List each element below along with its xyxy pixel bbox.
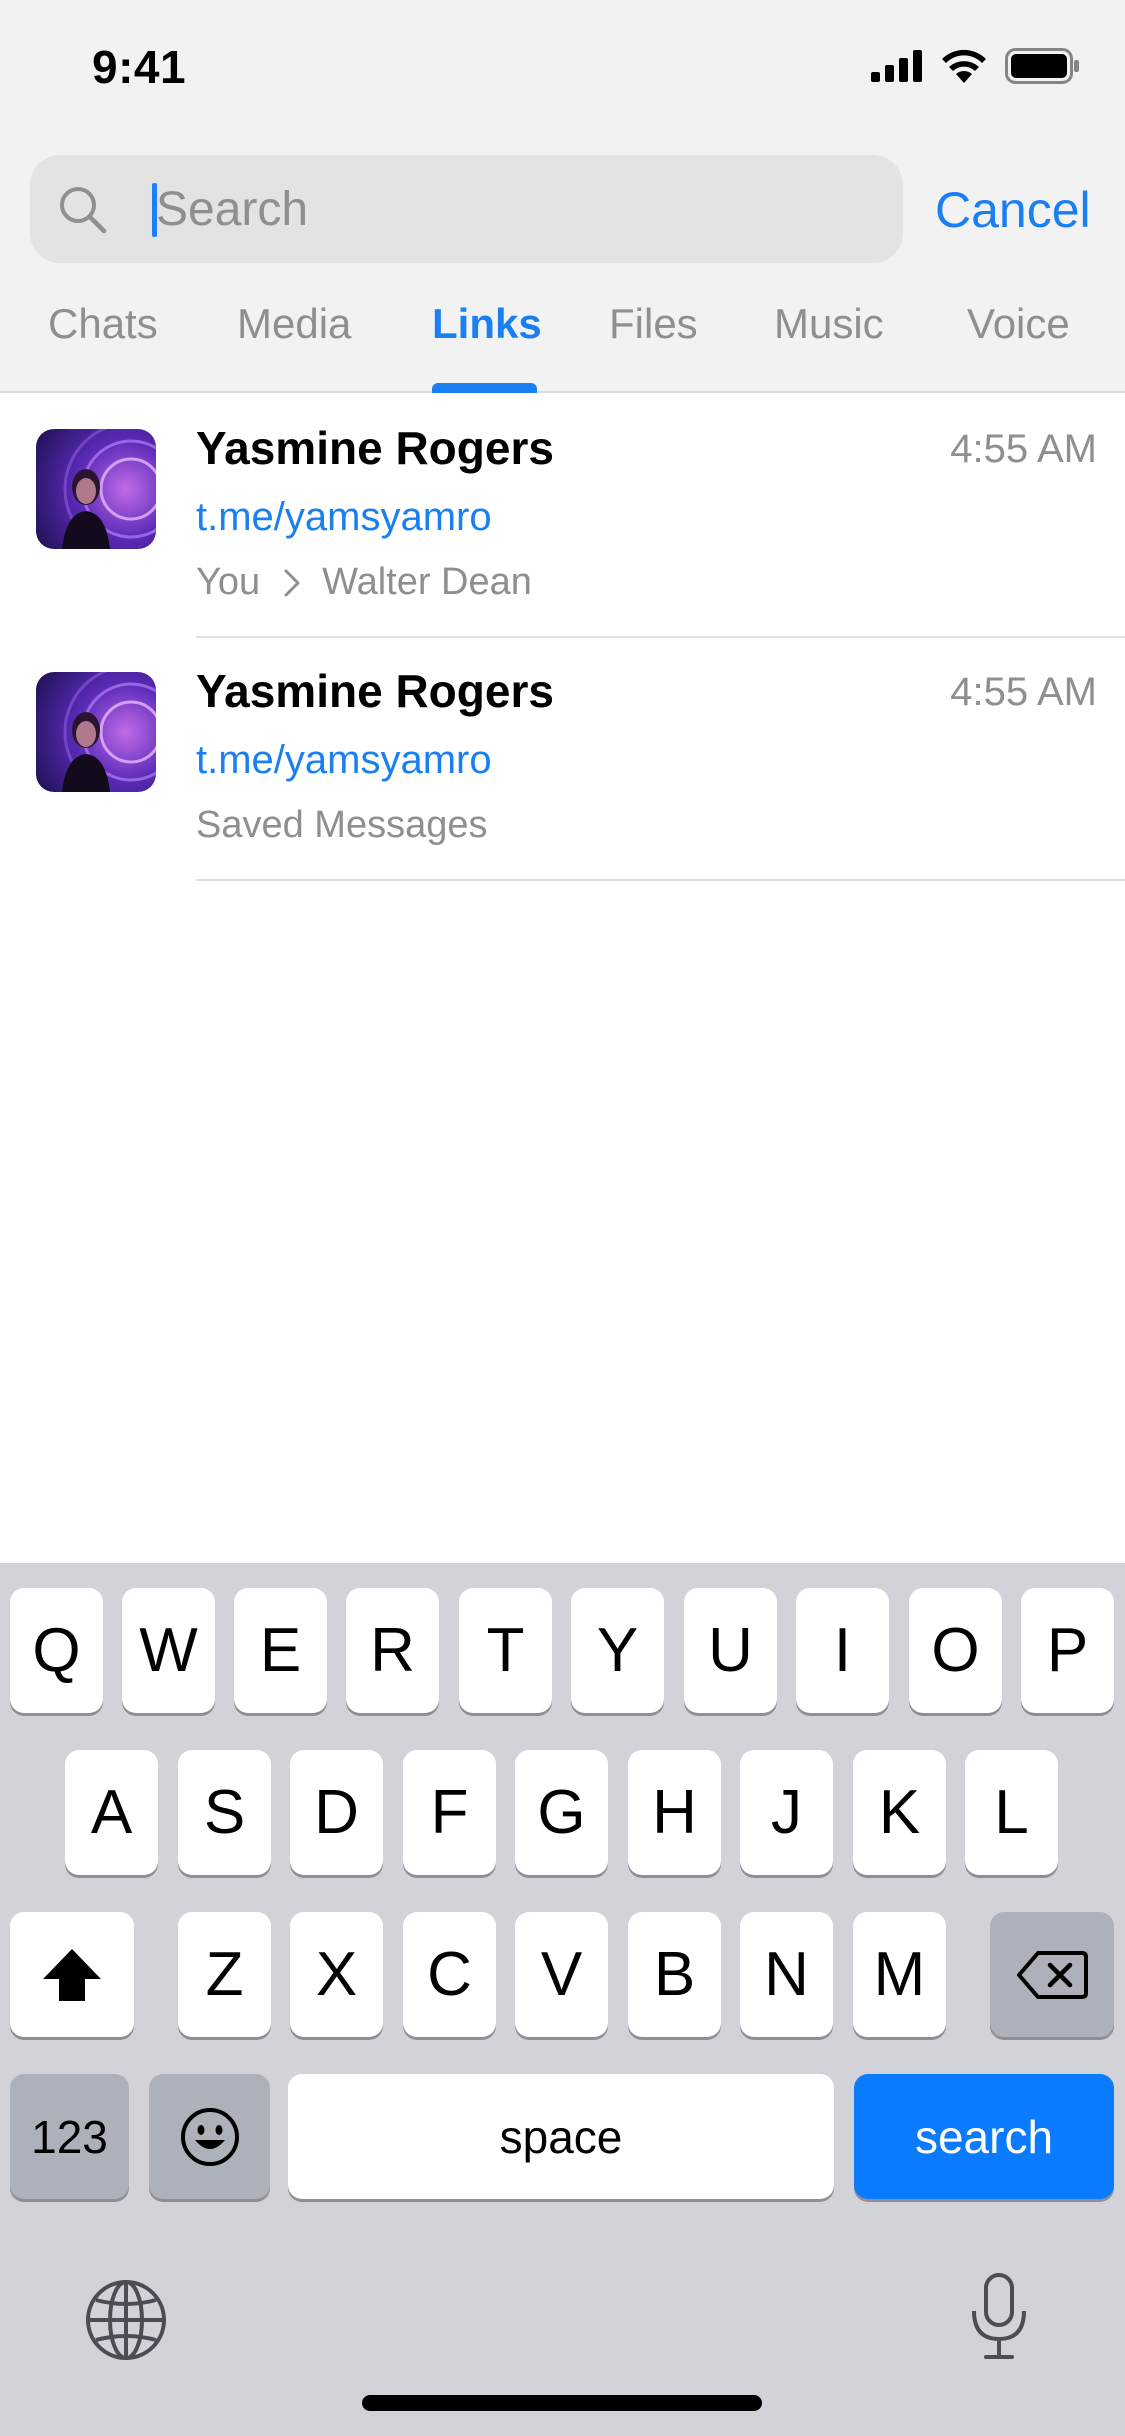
list-item[interactable]: Yasmine Rogers 4:55 AM t.me/yamsyamro Yo… <box>0 395 1125 638</box>
shift-key[interactable] <box>10 1912 134 2037</box>
tab-links[interactable]: Links <box>432 290 542 393</box>
key-u[interactable]: U <box>684 1588 777 1713</box>
key-e[interactable]: E <box>234 1588 327 1713</box>
key-c[interactable]: C <box>403 1912 496 2037</box>
timestamp: 4:55 AM <box>950 670 1097 714</box>
key-r[interactable]: R <box>346 1588 439 1713</box>
active-tab-indicator <box>432 383 537 393</box>
tab-media[interactable]: Media <box>237 290 351 393</box>
status-time: 9:41 <box>92 41 187 93</box>
list-item[interactable]: Yasmine Rogers 4:55 AM t.me/yamsyamro Sa… <box>0 638 1125 881</box>
message-source: You Walter Dean <box>196 561 532 604</box>
key-n[interactable]: N <box>740 1912 833 2037</box>
tab-voice[interactable]: Voice <box>967 290 1070 393</box>
tab-music[interactable]: Music <box>774 290 884 393</box>
status-icons <box>871 48 1081 84</box>
avatar <box>36 429 156 549</box>
key-p[interactable]: P <box>1021 1588 1114 1713</box>
home-indicator <box>362 2395 762 2411</box>
divider <box>196 879 1125 881</box>
key-s[interactable]: S <box>178 1750 271 1875</box>
battery-icon <box>1005 48 1079 84</box>
text-cursor <box>152 183 157 237</box>
recipient-label: Walter Dean <box>322 561 532 603</box>
tab-chats[interactable]: Chats <box>48 290 158 393</box>
numbers-key[interactable]: 123 <box>10 2074 129 2199</box>
filter-tabs: Chats Media Links Files Music Voice <box>0 290 1125 393</box>
search-row: Cancel <box>0 155 1125 265</box>
key-h[interactable]: H <box>628 1750 721 1875</box>
key-y[interactable]: Y <box>571 1588 664 1713</box>
emoji-icon <box>180 2107 239 2166</box>
key-g[interactable]: G <box>515 1750 608 1875</box>
key-x[interactable]: X <box>290 1912 383 2037</box>
key-w[interactable]: W <box>122 1588 215 1713</box>
chat-label: Saved Messages <box>196 804 488 846</box>
cancel-button[interactable]: Cancel <box>935 181 1091 239</box>
emoji-key[interactable] <box>149 2074 270 2199</box>
key-f[interactable]: F <box>403 1750 496 1875</box>
results-list: Yasmine Rogers 4:55 AM t.me/yamsyamro Yo… <box>0 395 1125 881</box>
key-q[interactable]: Q <box>10 1588 103 1713</box>
key-d[interactable]: D <box>290 1750 383 1875</box>
chat-name: Yasmine Rogers <box>196 422 554 474</box>
search-input[interactable] <box>152 155 872 263</box>
key-a[interactable]: A <box>65 1750 158 1875</box>
key-m[interactable]: M <box>853 1912 946 2037</box>
status-bar: 9:41 <box>0 0 1125 140</box>
key-i[interactable]: I <box>796 1588 889 1713</box>
key-z[interactable]: Z <box>178 1912 271 2037</box>
delete-key[interactable] <box>990 1912 1114 2037</box>
key-k[interactable]: K <box>853 1750 946 1875</box>
avatar <box>36 672 156 792</box>
tab-files[interactable]: Files <box>609 290 698 393</box>
chat-name: Yasmine Rogers <box>196 665 554 717</box>
space-key[interactable]: space <box>288 2074 834 2199</box>
key-o[interactable]: O <box>909 1588 1002 1713</box>
cellular-signal-icon <box>871 50 922 82</box>
chevron-right-icon <box>284 569 300 596</box>
link-url[interactable]: t.me/yamsyamro <box>196 495 492 540</box>
microphone-icon[interactable] <box>968 2271 1030 2363</box>
search-field[interactable] <box>30 155 903 263</box>
sender-label: You <box>196 561 261 603</box>
backspace-icon <box>1017 1950 1088 1999</box>
header-area: 9:41 Search Cancel Chats Media Links Fil… <box>0 0 1125 393</box>
search-return-key[interactable]: search <box>854 2074 1114 2199</box>
link-url[interactable]: t.me/yamsyamro <box>196 738 492 783</box>
message-source: Saved Messages <box>196 804 488 847</box>
timestamp: 4:55 AM <box>950 427 1097 471</box>
key-b[interactable]: B <box>628 1912 721 2037</box>
key-l[interactable]: L <box>965 1750 1058 1875</box>
wifi-icon <box>942 49 986 83</box>
keyboard: Q W E R T Y U I O P A S D F G H J K L Z … <box>0 1563 1125 2436</box>
key-v[interactable]: V <box>515 1912 608 2037</box>
shift-arrow-icon <box>43 1948 101 2001</box>
search-icon <box>60 187 107 234</box>
key-t[interactable]: T <box>459 1588 552 1713</box>
key-j[interactable]: J <box>740 1750 833 1875</box>
globe-icon[interactable] <box>84 2278 168 2362</box>
